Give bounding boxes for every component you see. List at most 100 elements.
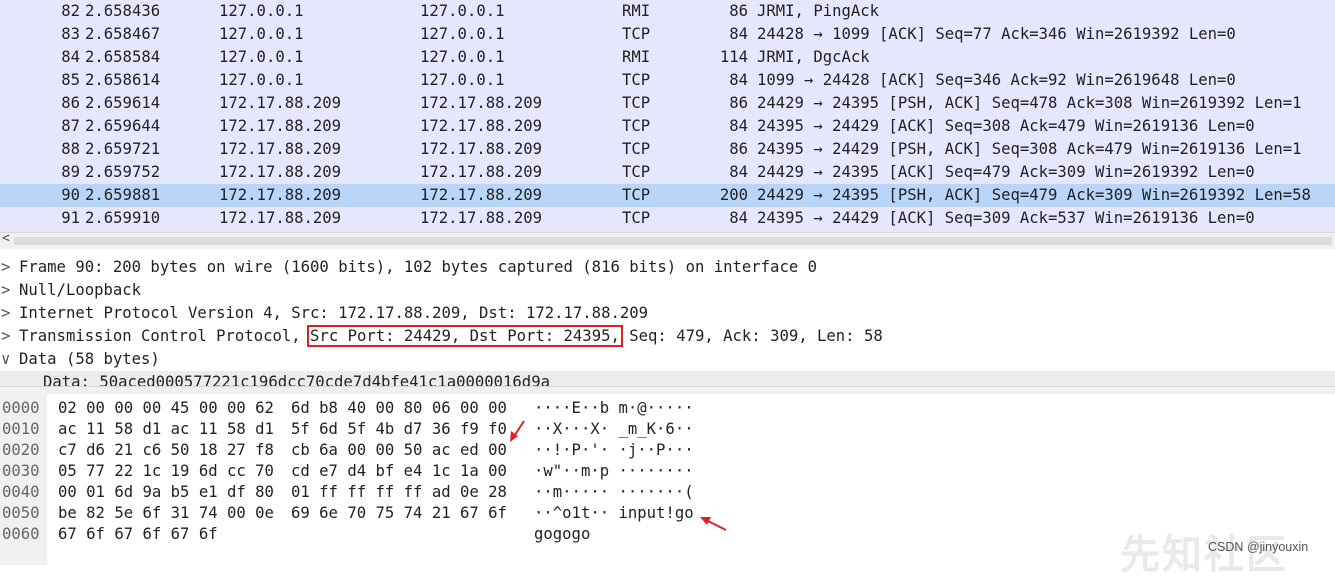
packet-dst: 172.17.88.209 (420, 140, 543, 158)
packet-len: 86 (729, 140, 748, 158)
packet-time: 2.658614 (85, 71, 161, 89)
packet-len: 84 (729, 209, 748, 227)
credit-label: CSDN @jinyouxin (1208, 540, 1309, 554)
packet-time: 2.658467 (85, 25, 161, 43)
packet-len: 84 (729, 71, 748, 89)
detail-data-label: Data (58 bytes) (19, 350, 160, 368)
bytes-hex-group-2: cb 6a 00 00 50 ac ed 00 (291, 441, 507, 459)
detail-row-null-loopback[interactable]: > Null/Loopback (0, 279, 1335, 302)
packet-src: 127.0.0.1 (219, 71, 304, 89)
packet-details-pane[interactable]: > Frame 90: 200 bytes on wire (1600 bits… (0, 256, 1335, 386)
bytes-hex-group-2: 6d b8 40 00 80 06 00 00 (291, 399, 507, 417)
packet-len: 114 (719, 48, 748, 66)
packet-info: 24395 → 24429 [ACK] Seq=308 Ack=479 Win=… (757, 117, 1255, 135)
chevron-right-icon[interactable]: > (1, 256, 15, 279)
detail-data-child-label: Data: 50aced000577221c196dcc70cde7d4bfe4… (43, 373, 550, 386)
packet-src: 127.0.0.1 (219, 2, 304, 20)
packet-row[interactable]: 84 2.658584 127.0.0.1 127.0.0.1 RMI 114 JRMI, … (0, 46, 1335, 69)
tcp-suffix: Seq: 479, Ack: 309, Len: 58 (619, 327, 883, 345)
packet-dst: 127.0.0.1 (420, 48, 505, 66)
packet-proto: TCP (622, 117, 651, 135)
packet-dst: 172.17.88.209 (420, 186, 543, 204)
packet-info: 24429 → 24395 [PSH, ACK] Seq=478 Ack=308… (757, 94, 1302, 112)
bytes-ascii: ··^o1t·· input!go (534, 504, 694, 522)
bytes-offset: 0000 (2, 399, 40, 417)
packet-row[interactable]: 91 2.659910 172.17.88.209 172.17.88.209 TCP 8… (0, 207, 1335, 230)
bytes-hex-group-2: 01 ff ff ff ff ad 0e 28 (291, 483, 507, 501)
bytes-ascii: ··X···X· _m_K·6·· (534, 420, 694, 438)
packet-len: 86 (729, 94, 748, 112)
packet-row[interactable]: 86 2.659614 172.17.88.209 172.17.88.209 TCP 8… (0, 92, 1335, 115)
detail-row-tcp[interactable]: > Transmission Control Protocol, Src Por… (0, 325, 1335, 348)
packet-dst: 172.17.88.209 (420, 94, 543, 112)
detail-frame-label: Frame 90: 200 bytes on wire (1600 bits),… (19, 258, 817, 276)
packet-proto: TCP (622, 163, 651, 181)
packet-proto: RMI (622, 2, 651, 20)
packet-no: 91 (61, 209, 80, 227)
packet-time: 2.659644 (85, 117, 161, 135)
packet-src: 172.17.88.209 (219, 140, 342, 158)
packet-proto: TCP (622, 94, 651, 112)
packet-time: 2.658436 (85, 2, 161, 20)
packet-info: 24395 → 24429 [PSH, ACK] Seq=308 Ack=479… (757, 140, 1302, 158)
packet-dst: 172.17.88.209 (420, 209, 543, 227)
bytes-hex-group-1: 00 01 6d 9a b5 e1 df 80 (58, 483, 274, 501)
packet-src: 127.0.0.1 (219, 48, 304, 66)
packet-src: 172.17.88.209 (219, 94, 342, 112)
chevron-right-icon[interactable]: > (1, 302, 15, 325)
packet-time: 2.658584 (85, 48, 161, 66)
detail-row-data-child[interactable]: Data: 50aced000577221c196dcc70cde7d4bfe4… (0, 371, 1335, 386)
packet-src: 127.0.0.1 (219, 25, 304, 43)
packet-dst: 172.17.88.209 (420, 117, 543, 135)
chevron-down-icon[interactable]: ∨ (1, 348, 15, 371)
chevron-right-icon[interactable]: > (1, 325, 15, 348)
packet-src: 172.17.88.209 (219, 163, 342, 181)
bytes-ascii: ··!·P·'· ·j··P··· (534, 441, 694, 459)
bytes-hex-group-2: 69 6e 70 75 74 21 67 6f (291, 504, 507, 522)
packet-row[interactable]: 88 2.659721 172.17.88.209 172.17.88.209 TCP 8… (0, 138, 1335, 161)
packet-dst: 127.0.0.1 (420, 71, 505, 89)
detail-ip-label: Internet Protocol Version 4, Src: 172.17… (19, 304, 649, 322)
detail-row-ipv4[interactable]: > Internet Protocol Version 4, Src: 172.… (0, 302, 1335, 325)
packet-row[interactable]: 85 2.658614 127.0.0.1 127.0.0.1 TCP 84 1099 → … (0, 69, 1335, 92)
packet-row[interactable]: 87 2.659644 172.17.88.209 172.17.88.209 TCP 8… (0, 115, 1335, 138)
packet-proto: TCP (622, 25, 651, 43)
packet-time: 2.659614 (85, 94, 161, 112)
packet-len: 86 (729, 2, 748, 20)
packet-info: 24429 → 24395 [ACK] Seq=479 Ack=309 Win=… (757, 163, 1255, 181)
packet-time: 2.659910 (85, 209, 161, 227)
packet-row[interactable]: 82 2.658436 127.0.0.1 127.0.0.1 RMI 86 JRMI, P… (0, 0, 1335, 23)
packet-time: 2.659752 (85, 163, 161, 181)
packet-info: 24428 → 1099 [ACK] Seq=77 Ack=346 Win=26… (757, 25, 1236, 43)
bytes-hex-group-1: 02 00 00 00 45 00 00 62 (58, 399, 274, 417)
scroll-track[interactable] (14, 237, 1332, 245)
packet-proto: RMI (622, 48, 651, 66)
packet-row[interactable]: 89 2.659752 172.17.88.209 172.17.88.209 TCP 8… (0, 161, 1335, 184)
horizontal-scrollbar[interactable]: < (0, 231, 1335, 249)
scroll-left-icon[interactable]: < (2, 231, 10, 246)
chevron-right-icon[interactable]: > (1, 279, 15, 302)
bytes-ascii: ····E··b m·@····· (534, 399, 694, 417)
packet-no: 84 (61, 48, 80, 66)
packet-no: 89 (61, 163, 80, 181)
bytes-ascii: gogogo (534, 525, 591, 543)
bytes-offset: 0040 (2, 483, 40, 501)
bytes-offset: 0060 (2, 525, 40, 543)
packet-info: 1099 → 24428 [ACK] Seq=346 Ack=92 Win=26… (757, 71, 1236, 89)
packet-list[interactable]: 82 2.658436 127.0.0.1 127.0.0.1 RMI 86 JRMI, P… (0, 0, 1335, 232)
packet-no: 87 (61, 117, 80, 135)
packet-no: 83 (61, 25, 80, 43)
detail-row-frame[interactable]: > Frame 90: 200 bytes on wire (1600 bits… (0, 256, 1335, 279)
bytes-offset: 0010 (2, 420, 40, 438)
packet-row-selected[interactable]: 90 2.659881 172.17.88.209 172.17.88.209 TCP 2… (0, 184, 1335, 207)
packet-len: 84 (729, 117, 748, 135)
packet-src: 172.17.88.209 (219, 186, 342, 204)
packet-no: 90 (61, 186, 80, 204)
bytes-hex-group-2: 5f 6d 5f 4b d7 36 f9 f0 (291, 420, 507, 438)
detail-row-data[interactable]: ∨ Data (58 bytes) (0, 348, 1335, 371)
packet-row[interactable]: 83 2.658467 127.0.0.1 127.0.0.1 TCP 84 24428 →… (0, 23, 1335, 46)
packet-info: 24429 → 24395 [PSH, ACK] Seq=479 Ack=309… (757, 186, 1311, 204)
bytes-hex-group-1: be 82 5e 6f 31 74 00 0e (58, 504, 274, 522)
bytes-offset: 0030 (2, 462, 40, 480)
packet-dst: 172.17.88.209 (420, 163, 543, 181)
